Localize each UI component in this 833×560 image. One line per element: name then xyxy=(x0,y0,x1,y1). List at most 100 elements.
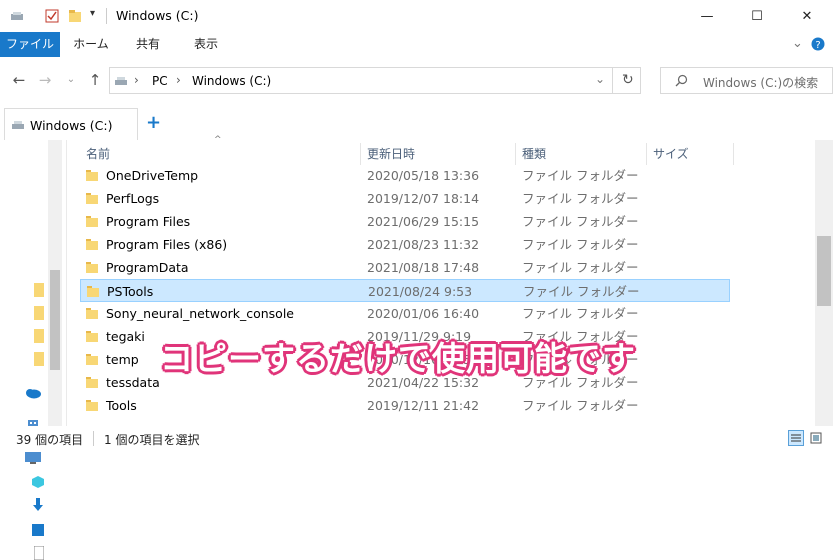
ribbon-tab-file[interactable]: ファイル xyxy=(0,32,60,57)
title-bar: ▾ Windows (C:) — ☐ ✕ xyxy=(0,0,833,32)
file-type: ファイル フォルダー xyxy=(523,284,640,299)
ribbon-tab-home[interactable]: ホーム xyxy=(66,32,116,57)
file-name: tegaki xyxy=(106,329,145,344)
documents-icon[interactable] xyxy=(34,546,44,560)
file-type: ファイル フォルダー xyxy=(522,237,639,252)
file-date: 2019/12/07 18:14 xyxy=(367,191,480,206)
file-name: OneDriveTemp xyxy=(106,168,199,183)
folder-icon xyxy=(86,216,98,227)
address-dropdown-icon[interactable]: ⌄ xyxy=(595,72,605,86)
back-button[interactable]: ← xyxy=(10,70,28,90)
folder-icon xyxy=(86,239,98,250)
ribbon-tab-view[interactable]: 表示 xyxy=(184,32,228,57)
breadcrumb-pc[interactable]: PC xyxy=(152,74,168,88)
folder-icon xyxy=(86,377,98,388)
table-row[interactable]: Program Files 2021/06/29 15:15 ファイル フォルダー xyxy=(80,210,730,233)
breadcrumb-drive[interactable]: Windows (C:) xyxy=(192,74,271,88)
divider xyxy=(93,431,94,446)
file-type: ファイル フォルダー xyxy=(522,191,639,206)
table-row[interactable]: PerfLogs 2019/12/07 18:14 ファイル フォルダー xyxy=(80,187,730,210)
ribbon-tab-share[interactable]: 共有 xyxy=(128,32,168,57)
new-tab-button[interactable]: + xyxy=(146,112,161,133)
file-date: 2021/08/23 11:32 xyxy=(367,237,480,252)
table-row[interactable]: Sony_neural_network_console 2020/01/06 16… xyxy=(80,302,730,325)
folder-icon xyxy=(86,331,98,342)
column-header-date[interactable]: 更新日時 xyxy=(367,143,415,165)
divider xyxy=(106,8,107,24)
divider xyxy=(612,68,613,93)
desktop-icon[interactable] xyxy=(32,524,44,536)
svg-text:?: ? xyxy=(815,40,820,51)
pc-icon[interactable] xyxy=(24,451,42,465)
column-header-name[interactable]: 名前 xyxy=(86,143,110,165)
tab-label: Windows (C:) xyxy=(30,118,113,133)
file-name: Program Files (x86) xyxy=(106,237,228,252)
file-name: Program Files xyxy=(106,214,191,229)
ribbon-expand-icon[interactable]: ⌄ xyxy=(792,36,803,51)
search-box[interactable]: Windows (C:)の検索 xyxy=(660,67,833,94)
divider[interactable] xyxy=(515,143,516,165)
table-row[interactable]: PSTools 2021/08/24 9:53 ファイル フォルダー xyxy=(80,279,730,302)
quick-access-dropdown-icon[interactable]: ▾ xyxy=(90,8,95,19)
search-icon xyxy=(675,74,688,87)
file-name: Sony_neural_network_console xyxy=(106,306,294,321)
3d-objects-icon[interactable] xyxy=(32,476,44,488)
content-scrollbar-thumb[interactable] xyxy=(817,236,831,306)
large-icons-view-icon[interactable] xyxy=(808,430,824,446)
folder-icon xyxy=(86,193,98,204)
folder-icon[interactable] xyxy=(34,306,44,320)
minimize-button[interactable]: — xyxy=(684,0,730,32)
column-header-size[interactable]: サイズ xyxy=(653,143,689,165)
details-view-icon[interactable] xyxy=(788,430,804,446)
ribbon: ファイル ホーム 共有 表示 ⌄ ? xyxy=(0,32,833,59)
file-name: PSTools xyxy=(107,284,154,299)
file-type: ファイル フォルダー xyxy=(522,168,639,183)
file-type: ファイル フォルダー xyxy=(522,260,639,275)
file-date: 2020/01/06 16:40 xyxy=(367,306,480,321)
folder-icon[interactable] xyxy=(34,352,44,366)
folder-icon[interactable] xyxy=(34,283,44,297)
help-icon[interactable]: ? xyxy=(811,37,825,51)
divider[interactable] xyxy=(360,143,361,165)
up-button[interactable]: ↑ xyxy=(86,70,104,90)
forward-button[interactable]: → xyxy=(36,70,54,90)
search-input[interactable]: Windows (C:)の検索 xyxy=(703,74,818,91)
folder-icon xyxy=(87,286,99,297)
file-type: ファイル フォルダー xyxy=(522,398,639,413)
column-header-type[interactable]: 種類 xyxy=(522,143,546,165)
close-button[interactable]: ✕ xyxy=(784,0,830,32)
downloads-icon[interactable] xyxy=(32,498,44,512)
table-row[interactable]: Program Files (x86) 2021/08/23 11:32 ファイル … xyxy=(80,233,730,256)
refresh-icon[interactable]: ↻ xyxy=(622,72,634,88)
maximize-button[interactable]: ☐ xyxy=(734,0,780,32)
table-row[interactable]: OneDriveTemp 2020/05/18 13:36 ファイル フォルダー xyxy=(80,164,730,187)
file-date: 2020/05/18 13:36 xyxy=(367,168,480,183)
selection-count: 1 個の項目を選択 xyxy=(104,433,200,447)
divider[interactable] xyxy=(646,143,647,165)
onedrive-icon[interactable] xyxy=(24,387,42,399)
file-name: PerfLogs xyxy=(106,191,160,206)
folder-icon[interactable] xyxy=(34,329,44,343)
drive-icon xyxy=(115,77,127,85)
table-row[interactable]: Tools 2019/12/11 21:42 ファイル フォルダー xyxy=(80,394,730,417)
file-name: Tools xyxy=(106,398,137,413)
folder-icon xyxy=(86,170,98,181)
properties-icon[interactable] xyxy=(45,9,59,23)
address-bar[interactable]: › PC › Windows (C:) ⌄ ↻ xyxy=(109,67,641,94)
chevron-right-icon: › xyxy=(134,73,139,87)
sort-indicator-icon: ^ xyxy=(214,135,222,145)
file-name: tessdata xyxy=(106,375,160,390)
window-title: Windows (C:) xyxy=(116,8,199,23)
table-row[interactable]: ProgramData 2021/08/18 17:48 ファイル フォルダー xyxy=(80,256,730,279)
file-name: temp xyxy=(106,352,139,367)
file-date: 2021/06/29 15:15 xyxy=(367,214,480,229)
nav-scrollbar-thumb[interactable] xyxy=(50,270,60,370)
folder-icon xyxy=(86,354,98,365)
new-folder-icon[interactable] xyxy=(68,9,82,23)
tab-drive[interactable]: Windows (C:) xyxy=(4,108,138,140)
file-date: 2021/08/24 9:53 xyxy=(368,284,473,299)
file-type: ファイル フォルダー xyxy=(522,306,639,321)
recent-locations-icon[interactable]: ⌄ xyxy=(62,70,80,90)
file-date: 2021/08/18 17:48 xyxy=(367,260,480,275)
divider[interactable] xyxy=(733,143,734,165)
